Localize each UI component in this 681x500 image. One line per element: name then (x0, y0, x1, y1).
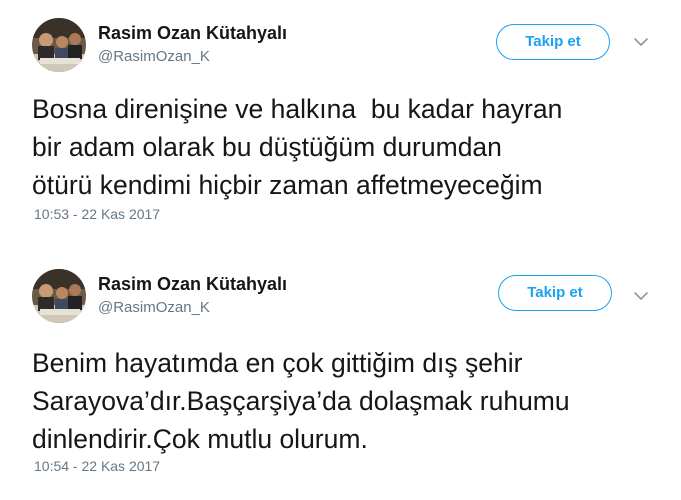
author-display-name[interactable]: Rasim Ozan Kütahyalı (98, 23, 287, 44)
tweet-timestamp[interactable]: 10:54 - 22 Kas 2017 (34, 458, 160, 474)
tweet-text-line: Benim hayatımda en çok gittiğim dış şehi… (32, 348, 523, 378)
tweet-screenshot: Rasim Ozan Kütahyalı @RasimOzan_K Takip … (0, 0, 681, 500)
follow-button[interactable]: Takip et (496, 24, 610, 60)
follow-button[interactable]: Takip et (498, 275, 612, 311)
tweet-text-line: dinlendirir.Çok mutlu olurum. (32, 424, 368, 454)
author-display-name[interactable]: Rasim Ozan Kütahyalı (98, 274, 287, 295)
tweet-text: Bosna direnişine ve halkına bu kadar hay… (32, 90, 672, 204)
tweet-text-line: Sarayova’dır.Başçarşiya’da dolaşmak ruhu… (32, 386, 570, 416)
chevron-down-icon[interactable] (632, 33, 650, 51)
tweet-text-line: ötürü kendimi hiçbir zaman affetmeyeceği… (32, 170, 543, 200)
tweet-card: Rasim Ozan Kütahyalı @RasimOzan_K Takip … (0, 265, 681, 490)
profile-photo-icon (32, 18, 86, 72)
author-handle[interactable]: @RasimOzan_K (98, 299, 210, 316)
tweet-card: Rasim Ozan Kütahyalı @RasimOzan_K Takip … (0, 14, 681, 229)
avatar[interactable] (32, 18, 86, 72)
tweet-text: Benim hayatımda en çok gittiğim dış şehi… (32, 344, 672, 458)
tweet-timestamp[interactable]: 10:53 - 22 Kas 2017 (34, 206, 160, 222)
avatar[interactable] (32, 269, 86, 323)
tweet-text-line: Bosna direnişine ve halkına bu kadar hay… (32, 94, 563, 124)
author-handle[interactable]: @RasimOzan_K (98, 48, 210, 65)
chevron-down-icon[interactable] (632, 287, 650, 305)
profile-photo-icon (32, 269, 86, 323)
tweet-text-line: bir adam olarak bu düştüğüm durumdan (32, 132, 502, 162)
